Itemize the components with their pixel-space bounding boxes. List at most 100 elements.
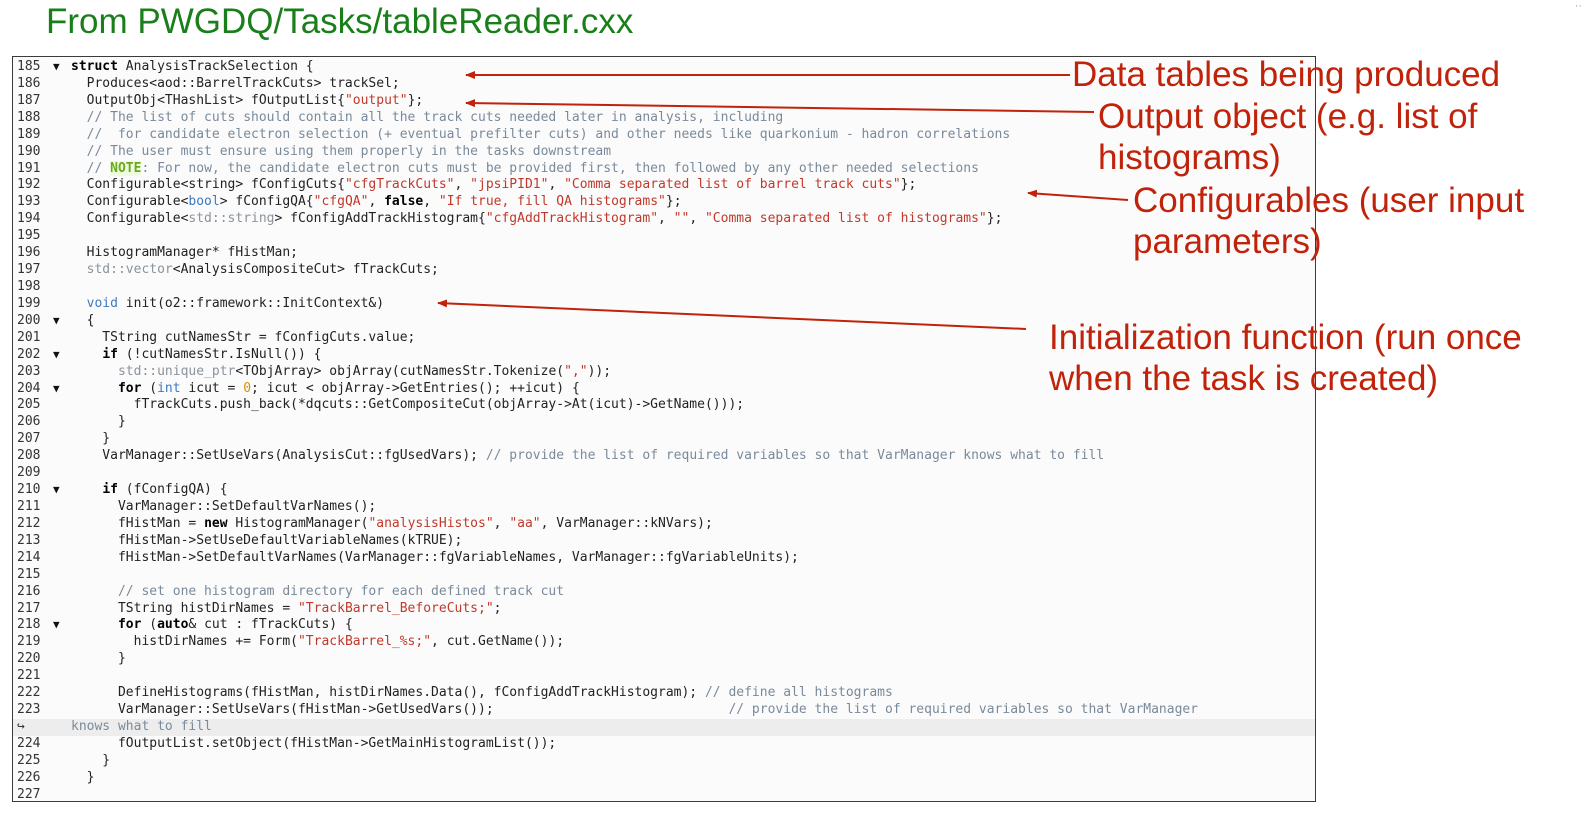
code-line: 215 xyxy=(13,567,1315,584)
fold-toggle-icon[interactable]: ▼ xyxy=(53,59,67,76)
code-text: // NOTE: For now, the candidate electron… xyxy=(86,160,979,176)
fold-toggle-icon[interactable]: ▼ xyxy=(53,347,67,364)
line-number: 199 xyxy=(17,295,41,311)
code-line: 210 ▼ if (fConfigQA) { xyxy=(13,482,1315,499)
fold-toggle-icon[interactable]: ▼ xyxy=(53,313,67,330)
code-line: 211 VarManager::SetDefaultVarNames(); xyxy=(13,499,1315,516)
code-line: 217 TString histDirNames = "TrackBarrel_… xyxy=(13,601,1315,618)
code-line: 197 std::vector<AnalysisCompositeCut> fT… xyxy=(13,262,1315,279)
annotation-configurables-line2: parameters) xyxy=(1133,222,1322,261)
line-number: ↪ xyxy=(17,718,25,734)
code-line: 214 fHistMan->SetDefaultVarNames(VarMana… xyxy=(13,550,1315,567)
code-text: } xyxy=(71,431,111,447)
fold-toggle-icon[interactable]: ▼ xyxy=(53,381,67,398)
line-number: 205 xyxy=(17,397,41,413)
line-number: 202 xyxy=(17,346,41,362)
code-line: 222 DefineHistograms(fHistMan, histDirNa… xyxy=(13,685,1315,702)
code-text: // set one histogram directory for each … xyxy=(117,583,565,599)
annotation-init-function-line2: when the task is created) xyxy=(1049,359,1439,398)
code-text: Configurable<std::string> fConfigAddTrac… xyxy=(71,211,1003,227)
line-number: 207 xyxy=(17,431,41,447)
code-line: 208 VarManager::SetUseVars(AnalysisCut::… xyxy=(13,448,1315,465)
code-line: 216 // set one histogram directory for e… xyxy=(13,584,1315,601)
line-number: 215 xyxy=(17,566,41,582)
code-text: DefineHistograms(fHistMan, histDirNames.… xyxy=(71,685,893,701)
line-number: 185 xyxy=(17,59,41,74)
code-text: { xyxy=(71,312,95,328)
annotation-init-function-line1: Initialization function (run once xyxy=(1049,318,1522,357)
line-number: 220 xyxy=(17,651,41,667)
code-text: } xyxy=(71,752,111,768)
code-text: fHistMan->SetDefaultVarNames(VarManager:… xyxy=(71,549,799,565)
code-text: void init(o2::framework::InitContext&) xyxy=(86,295,385,311)
line-number: 221 xyxy=(17,668,41,684)
line-number: 218 xyxy=(17,617,41,633)
line-number: 186 xyxy=(17,75,41,91)
line-number: 192 xyxy=(17,177,41,193)
line-number: 225 xyxy=(17,752,41,768)
code-line: 192 Configurable<string> fConfigCuts{"cf… xyxy=(13,177,1315,194)
code-text: VarManager::SetUseVars(fHistMan->GetUsed… xyxy=(71,702,1199,718)
code-line: 213 fHistMan->SetUseDefaultVariableNames… xyxy=(13,533,1315,550)
code-line: 207 } xyxy=(13,431,1315,448)
code-text: fHistMan = new HistogramManager("analysi… xyxy=(71,515,713,531)
code-line: 218 ▼ for (auto& cut : fTrackCuts) { xyxy=(13,617,1315,634)
code-line: 224 fOutputList.setObject(fHistMan->GetM… xyxy=(13,736,1315,753)
line-number: 209 xyxy=(17,465,41,481)
code-line: 193 Configurable<bool> fConfigQA{"cfgQA"… xyxy=(13,194,1315,211)
line-number: 194 xyxy=(17,211,41,227)
line-number: 189 xyxy=(17,126,41,142)
code-line: 209 xyxy=(13,465,1315,482)
code-text: histDirNames += Form("TrackBarrel_%s;", … xyxy=(71,634,565,650)
line-number: 222 xyxy=(17,685,41,701)
code-text: if (fConfigQA) { xyxy=(102,482,228,498)
code-line: 194 Configurable<std::string> fConfigAdd… xyxy=(13,211,1315,228)
code-line: 227 xyxy=(13,786,1315,802)
line-number: 201 xyxy=(17,329,41,345)
code-line: 225 } xyxy=(13,753,1315,770)
line-number: 214 xyxy=(17,549,41,565)
code-text: std::vector<AnalysisCompositeCut> fTrack… xyxy=(86,262,439,278)
code-line: 226 } xyxy=(13,770,1315,787)
annotation-output-object-line1: Output object (e.g. list of xyxy=(1098,97,1478,136)
line-number: 204 xyxy=(17,380,41,396)
code-text: } xyxy=(71,651,126,667)
code-text: TString cutNamesStr = fConfigCuts.value; xyxy=(71,329,416,345)
code-text: // The user must ensure using them prope… xyxy=(86,143,612,159)
code-text: struct AnalysisTrackSelection { xyxy=(71,59,314,74)
code-text: OutputObj<THashList> fOutputList{"output… xyxy=(71,92,424,108)
line-number: 223 xyxy=(17,702,41,718)
corner-mark: ·· xyxy=(1574,0,1582,12)
code-text: Produces<aod::BarrelTrackCuts> trackSel; xyxy=(71,75,400,91)
code-text: fTrackCuts.push_back(*dqcuts::GetComposi… xyxy=(71,397,745,413)
line-number: 188 xyxy=(17,109,41,125)
code-line: 205 fTrackCuts.push_back(*dqcuts::GetCom… xyxy=(13,397,1315,414)
line-number: 195 xyxy=(17,228,41,244)
fold-toggle-icon[interactable]: ▼ xyxy=(53,482,67,499)
code-text: Configurable<string> fConfigCuts{"cfgTra… xyxy=(71,177,917,193)
code-line: 196 HistogramManager* fHistMan; xyxy=(13,245,1315,262)
code-text: Configurable<bool> fConfigQA{"cfgQA", fa… xyxy=(71,194,682,210)
line-number: 193 xyxy=(17,194,41,210)
line-number: 196 xyxy=(17,245,41,261)
line-number: 208 xyxy=(17,448,41,464)
line-number: 212 xyxy=(17,515,41,531)
code-text: if (!cutNamesStr.IsNull()) { xyxy=(102,346,322,362)
fold-toggle-icon[interactable]: ▼ xyxy=(53,617,67,634)
code-text: for (auto& cut : fTrackCuts) { xyxy=(117,617,353,633)
line-number: 203 xyxy=(17,363,41,379)
line-number: 227 xyxy=(17,786,41,802)
code-line: 219 histDirNames += Form("TrackBarrel_%s… xyxy=(13,634,1315,651)
code-text: VarManager::SetUseVars(AnalysisCut::fgUs… xyxy=(71,448,1105,464)
code-text: // The list of cuts should contain all t… xyxy=(86,109,784,125)
line-number: 210 xyxy=(17,482,41,498)
code-text: TString histDirNames = "TrackBarrel_Befo… xyxy=(71,600,502,616)
code-text: // for candidate electron selection (+ e… xyxy=(86,126,1011,142)
code-text: fHistMan->SetUseDefaultVariableNames(kTR… xyxy=(71,532,463,548)
code-text: std::unique_ptr<TObjArray> objArray(cutN… xyxy=(117,363,612,379)
annotation-output-object-line2: histograms) xyxy=(1098,138,1281,177)
code-text: VarManager::SetDefaultVarNames(); xyxy=(71,498,377,514)
line-number: 216 xyxy=(17,583,41,599)
code-line: 212 fHistMan = new HistogramManager("ana… xyxy=(13,516,1315,533)
annotation-configurables-line1: Configurables (user input xyxy=(1133,181,1525,220)
